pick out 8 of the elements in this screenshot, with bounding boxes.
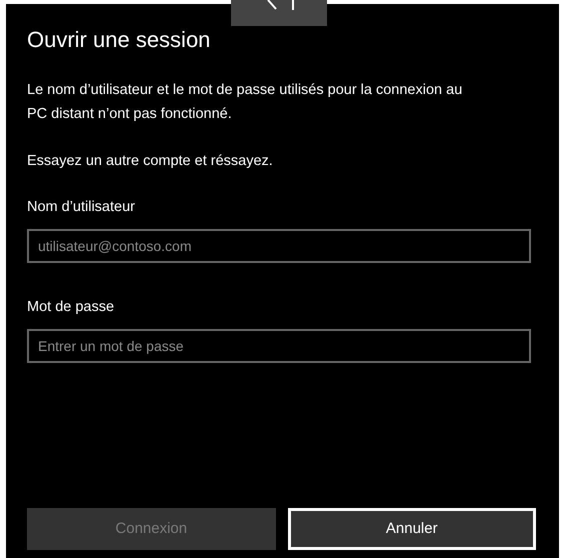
cancel-button[interactable]: Annuler [288,508,536,550]
field-label: Nom d’utilisateur [27,198,135,217]
field-label: Mot de passe [27,298,114,317]
message-text: Le nom d’utilisateur et le mot de passe utilisés pour la connexion au PC distant n’ont pas fonctionné. [27,81,464,124]
message-text: Essayez un autre compte et réssayez. [27,152,274,171]
input-field[interactable]: Entrer un mot de passe [27,328,531,362]
dialog-title: Ouvrir une session [27,26,210,54]
input-field[interactable]: utilisateur@contoso.com [27,228,531,263]
